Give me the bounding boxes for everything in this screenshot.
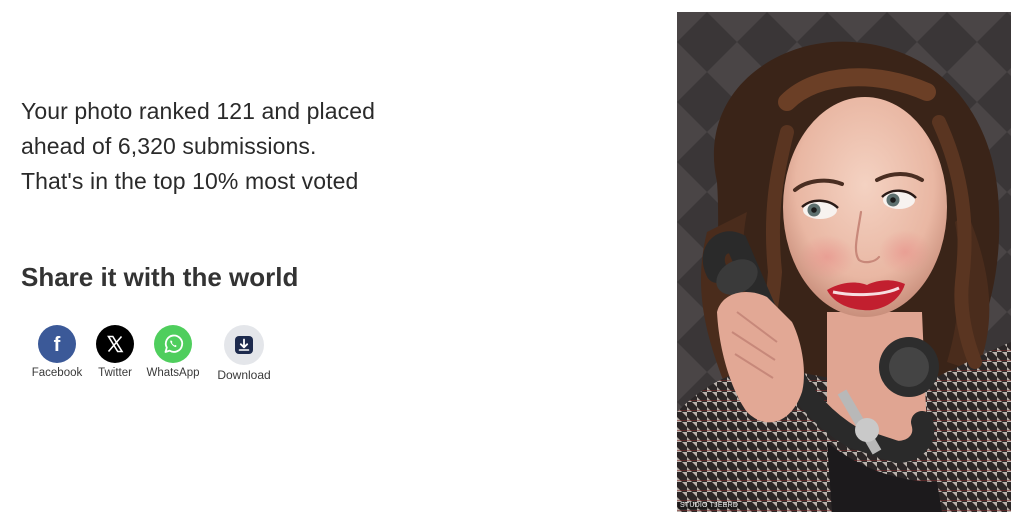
facebook-share-button[interactable]: f Facebook — [28, 325, 86, 379]
summary-line: That's in the top 10% most voted — [21, 168, 359, 194]
page: Your photo ranked 121 and placed ahead o… — [0, 0, 1024, 524]
summary-line: ahead of 6,320 submissions. — [21, 133, 317, 159]
twitter-label: Twitter — [98, 367, 132, 379]
photo-watermark: STUDIO TJEERD — [678, 502, 741, 509]
whatsapp-share-button[interactable]: WhatsApp — [142, 325, 204, 379]
download-label: Download — [217, 368, 271, 382]
facebook-label: Facebook — [31, 367, 83, 379]
x-twitter-icon — [96, 325, 134, 363]
twitter-share-button[interactable]: Twitter — [88, 325, 142, 379]
whatsapp-icon — [154, 325, 192, 363]
facebook-icon: f — [38, 325, 76, 363]
summary-line: Your photo ranked 121 and placed — [21, 98, 376, 124]
ranking-summary: Your photo ranked 121 and placed ahead o… — [21, 94, 461, 199]
whatsapp-label: WhatsApp — [146, 367, 200, 379]
portrait-illustration — [677, 12, 1011, 512]
svg-text:f: f — [54, 334, 61, 356]
submitted-photo — [677, 12, 1011, 512]
share-buttons: f Facebook Twitter WhatsApp Download — [28, 325, 277, 382]
download-button[interactable]: Download — [211, 325, 277, 382]
share-heading: Share it with the world — [21, 262, 299, 292]
download-icon — [224, 325, 264, 365]
